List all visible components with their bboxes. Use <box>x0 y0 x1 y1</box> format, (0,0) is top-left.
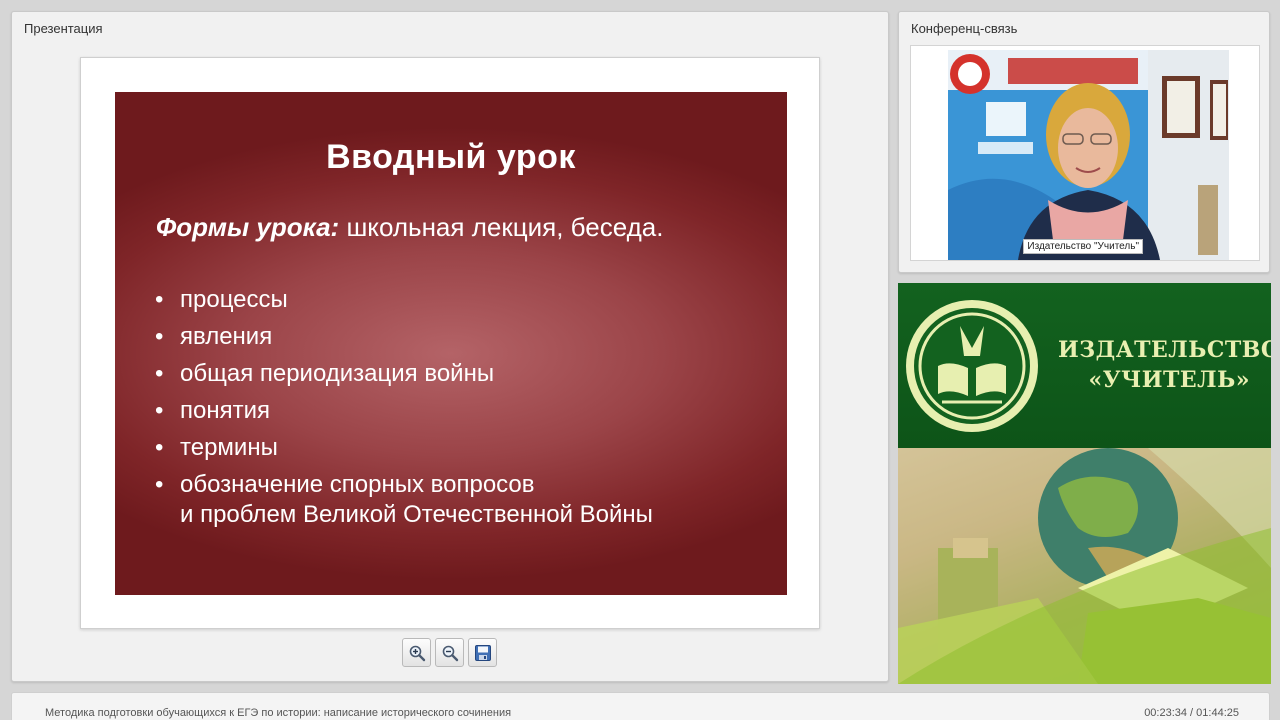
bullet-item: • общая периодизация войны <box>155 359 653 389</box>
bullet-dot: • <box>155 286 164 313</box>
bullet-dot: • <box>155 471 164 498</box>
bullet-text: общая периодизация войны <box>180 360 495 387</box>
bullet-item: • явления <box>155 322 653 352</box>
bullet-text: термины <box>180 434 278 461</box>
presentation-toolbar <box>402 638 497 668</box>
bullet-dot: • <box>155 360 164 387</box>
slide-bullet-list: • процессы • явления • общая периодизация в… <box>155 285 653 537</box>
slide-lesson-forms: Формы урока: школьная лекция, беседа. <box>156 212 663 243</box>
playback-timecode: 00:23:34 / 01:44:25 <box>1144 707 1239 719</box>
video-feed: Издательство "Учитель" <box>910 45 1260 261</box>
floppy-disk-icon <box>474 644 491 661</box>
bullet-item: • термины <box>155 433 653 463</box>
speaker-video-image <box>948 50 1229 260</box>
bullet-dot: • <box>155 397 164 424</box>
slide: Вводный урок Формы урока: школьная лекци… <box>115 92 787 595</box>
zoom-out-icon <box>442 645 458 661</box>
conference-panel: Конференц-связь Издательство "Учитель" <box>898 11 1270 273</box>
publisher-logo-icon <box>906 300 1038 432</box>
books-globe-image <box>898 448 1271 684</box>
bullet-text: процессы <box>180 286 288 313</box>
footer-bar: Методика подготовки обучающихся к ЕГЭ по… <box>11 692 1270 720</box>
presentation-panel: Презентация Вводный урок Формы урока: шк… <box>11 11 889 682</box>
publisher-name-line1: ИЗДАТЕЛЬСТВО <box>1058 337 1271 363</box>
presentation-panel-title: Презентация <box>24 21 103 36</box>
bullet-text: явления <box>180 323 273 350</box>
course-title: Методика подготовки обучающихся к ЕГЭ по… <box>45 707 512 719</box>
slide-frame: Вводный урок Формы урока: школьная лекци… <box>80 57 820 629</box>
zoom-out-button[interactable] <box>435 638 464 667</box>
lesson-forms-label: Формы урока: <box>156 212 340 242</box>
save-button[interactable] <box>468 638 497 667</box>
publisher-banner-header: ИЗДАТЕЛЬСТВО «УЧИТЕЛЬ» <box>898 283 1271 448</box>
publisher-banner[interactable]: ИЗДАТЕЛЬСТВО «УЧИТЕЛЬ» <box>898 283 1271 684</box>
bullet-item: • понятия <box>155 396 653 426</box>
bullet-text: обозначение спорных вопросов и проблем В… <box>180 471 653 528</box>
video-caption: Издательство "Учитель" <box>1023 239 1143 254</box>
conference-panel-title: Конференц-связь <box>911 21 1018 36</box>
zoom-in-icon <box>409 645 425 661</box>
bullet-dot: • <box>155 434 164 461</box>
publisher-name-line2: «УЧИТЕЛЬ» <box>1088 367 1250 393</box>
bullet-item: • процессы <box>155 285 653 315</box>
slide-title: Вводный урок <box>326 138 576 176</box>
bullet-dot: • <box>155 323 164 350</box>
bullet-item: • обозначение спорных вопросов и проблем … <box>155 470 653 530</box>
publisher-banner-image <box>898 448 1271 684</box>
zoom-in-button[interactable] <box>402 638 431 667</box>
bullet-text: понятия <box>180 397 270 424</box>
speaker-video: Издательство "Учитель" <box>948 50 1229 260</box>
publisher-name: ИЗДАТЕЛЬСТВО «УЧИТЕЛЬ» <box>1058 335 1271 395</box>
lesson-forms-text: школьная лекция, беседа. <box>339 212 664 242</box>
